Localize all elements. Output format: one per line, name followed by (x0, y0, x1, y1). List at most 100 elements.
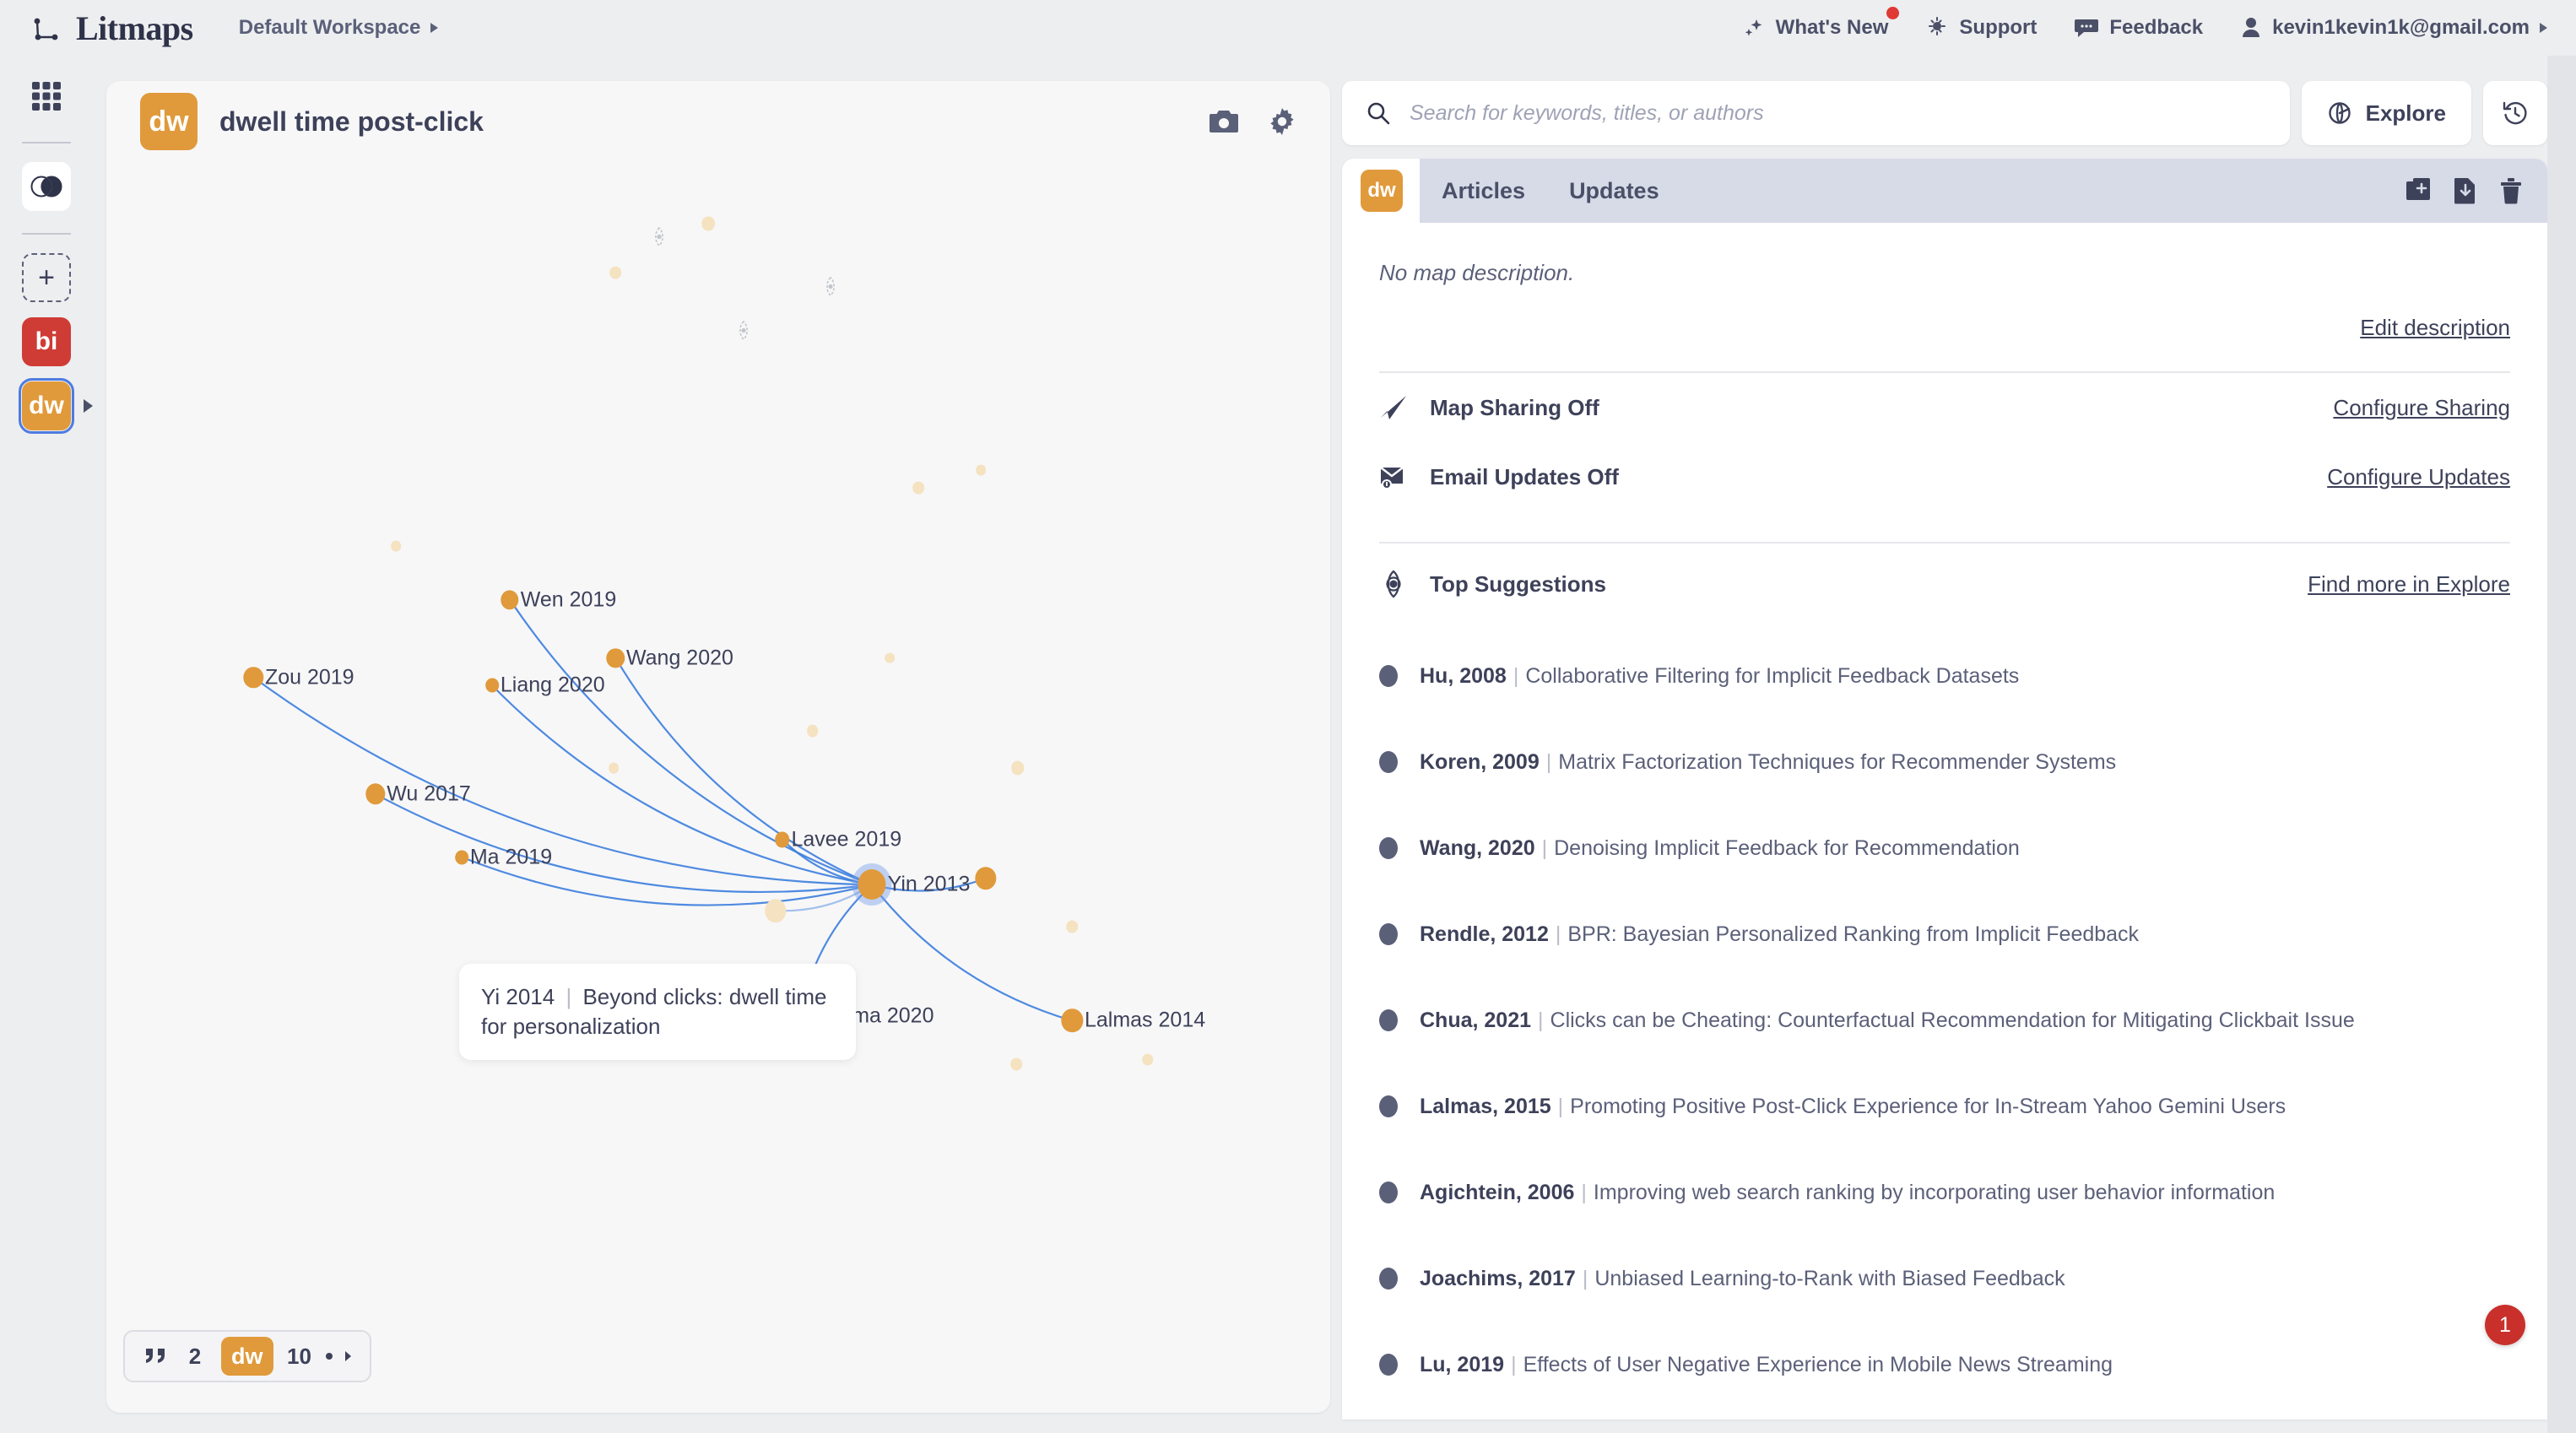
map-node[interactable] (975, 866, 997, 890)
history-button[interactable] (2483, 81, 2547, 145)
list-item[interactable]: Lalmas, 2015 | Promoting Positive Post-Cli… (1379, 1063, 2510, 1149)
suggestion-marker-icon[interactable] (649, 226, 669, 251)
map-chip[interactable]: dw (221, 1337, 273, 1376)
configure-sharing-link[interactable]: Configure Sharing (2333, 395, 2510, 421)
map-node[interactable] (455, 850, 468, 865)
workspace-label: Default Workspace (238, 16, 421, 39)
whats-new-button[interactable]: What's New (1742, 7, 1900, 40)
map-panel: Wen 2019 Wang 2020 Zou 2019 Liang 2020 Wu 20… (106, 81, 1330, 1413)
map-node[interactable] (609, 266, 622, 279)
suggestion-author: Lu, 2019 (1420, 1352, 1505, 1376)
map-node[interactable] (912, 481, 924, 495)
map-node[interactable] (485, 678, 499, 693)
map-node[interactable] (243, 666, 263, 689)
tab-map-avatar[interactable]: dw (1342, 159, 1420, 223)
explore-button[interactable]: Explore (2301, 81, 2471, 145)
map-node[interactable] (391, 540, 402, 552)
list-item[interactable]: Rendle, 2012 | BPR: Bayesian Personalized … (1379, 891, 2510, 977)
map-sharing-row: Map Sharing Off Configure Sharing (1379, 373, 2510, 442)
map-node[interactable] (774, 830, 790, 848)
map-node[interactable] (1010, 1057, 1022, 1071)
list-item[interactable]: Wang, 2020 | Denoising Implicit Feedback f… (1379, 805, 2510, 891)
map-node[interactable] (606, 647, 625, 668)
suggestion-text: Hu, 2008 | Collaborative Filtering for Imp… (1420, 664, 2019, 689)
delete-map-icon[interactable] (2500, 177, 2522, 204)
search-box[interactable] (1342, 81, 2290, 145)
grid-apps-icon[interactable] (30, 79, 63, 113)
suggestion-title: Collaborative Filtering for Implicit Fee… (1525, 663, 2020, 688)
suggestion-author: Chua, 2021 (1420, 1008, 1532, 1032)
workspace-selector[interactable]: Default Workspace (239, 16, 439, 40)
map-avatar: dw (140, 93, 198, 150)
map-node[interactable] (1141, 1053, 1154, 1066)
map-node[interactable] (1010, 760, 1025, 776)
suggestion-text: Lu, 2019 | Effects of User Negative Experi… (1420, 1353, 2113, 1377)
quote-icon[interactable] (137, 1337, 176, 1376)
find-more-in-explore-link[interactable]: Find more in Explore (2308, 571, 2510, 598)
arrows-horizontal-icon[interactable] (319, 1337, 358, 1376)
map-node[interactable] (885, 652, 895, 663)
suggestion-separator: | (1581, 1180, 1587, 1204)
map-header: dw dwell time post-click (106, 81, 1330, 162)
envelope-off-icon (1379, 463, 1408, 490)
map-nodes-layer: Wen 2019 Wang 2020 Zou 2019 Liang 2020 Wu 20… (106, 81, 1330, 1413)
page-scrollbar[interactable] (2547, 56, 2576, 1433)
search-input[interactable] (1410, 100, 2266, 126)
node-tooltip-card[interactable]: Yi 2014 | Beyond clicks: dwell time for … (459, 964, 856, 1061)
suggestion-bullet-icon (1379, 923, 1398, 945)
map-node[interactable] (701, 216, 716, 231)
configure-updates-link[interactable]: Configure Updates (2327, 464, 2510, 490)
map-node[interactable] (858, 869, 886, 900)
suggestion-text: Lalmas, 2015 | Promoting Positive Post-Cli… (1420, 1095, 2286, 1119)
gear-icon[interactable] (1268, 107, 1296, 136)
citations-count[interactable]: 2 (176, 1337, 214, 1376)
duplicate-map-icon[interactable] (2406, 177, 2431, 204)
suggestion-author: Joachims, 2017 (1420, 1266, 1576, 1290)
suggestion-separator: | (1511, 1352, 1517, 1376)
list-item[interactable]: Joachims, 2017 | Unbiased Learning-to-Rank… (1379, 1236, 2510, 1322)
suggestion-title: Unbiased Learning-to-Rank with Biased Fe… (1594, 1266, 2065, 1290)
sidebar-item-label: dw (29, 392, 64, 419)
list-item[interactable]: Lu, 2019 | Effects of User Negative Experi… (1379, 1322, 2510, 1408)
list-item[interactable]: Agichtein, 2006 | Improving web search ran… (1379, 1149, 2510, 1236)
feedback-button[interactable]: Feedback (2074, 16, 2203, 40)
download-map-icon[interactable] (2454, 177, 2476, 204)
list-item[interactable]: Hu, 2008 | Collaborative Filtering for Imp… (1379, 633, 2510, 719)
map-footer-toolbar: 2 dw 10 (123, 1330, 371, 1382)
suggestion-marker-icon[interactable] (820, 277, 841, 301)
map-node[interactable] (501, 589, 519, 610)
map-description: No map description. (1379, 260, 1575, 285)
sidebar-item-bi[interactable]: bi (22, 317, 71, 366)
venn-diagram-icon (30, 174, 62, 199)
sidebar-item-dw[interactable]: dw (19, 378, 93, 434)
add-map-button[interactable]: + (22, 253, 71, 302)
support-button[interactable]: Support (1925, 16, 2037, 40)
brand-home-link[interactable]: Litmaps (30, 8, 193, 48)
suggestion-text: Koren, 2009 | Matrix Factorization Techniq… (1420, 750, 2116, 775)
map-node[interactable] (609, 762, 620, 774)
map-node[interactable] (1066, 920, 1079, 933)
map-node[interactable] (765, 899, 787, 922)
suggestion-title: Denoising Implicit Feedback for Recommen… (1554, 835, 2020, 860)
map-node[interactable] (365, 783, 386, 805)
list-item[interactable]: Koren, 2009 | Matrix Factorization Techniq… (1379, 719, 2510, 805)
map-node[interactable] (1061, 1009, 1083, 1033)
list-item[interactable]: Chua, 2021 | Clicks can be Cheating: Count… (1379, 977, 2510, 1063)
sidebar-item-venn[interactable] (22, 162, 71, 211)
account-menu[interactable]: kevin1kevin1k@gmail.com (2240, 16, 2547, 40)
edit-description-link[interactable]: Edit description (2360, 315, 2510, 341)
status-badge[interactable]: 1 (2485, 1305, 2525, 1345)
rail-divider (22, 233, 71, 235)
references-count[interactable]: 10 (280, 1337, 319, 1376)
map-node[interactable] (976, 464, 986, 476)
suggestion-bullet-icon (1379, 837, 1398, 859)
email-updates-row: Email Updates Off Configure Updates (1379, 442, 2510, 511)
list-item[interactable]: Craswell, 2008|An experimental compariso… (1379, 1408, 2510, 1419)
suggestion-author: Koren, 2009 (1420, 749, 1540, 774)
suggestion-marker-icon[interactable] (733, 320, 754, 344)
map-node[interactable] (806, 724, 819, 738)
rail-divider (22, 142, 71, 143)
tab-articles[interactable]: Articles (1420, 159, 1547, 223)
camera-icon[interactable] (1209, 109, 1239, 134)
tab-updates[interactable]: Updates (1547, 159, 1681, 223)
